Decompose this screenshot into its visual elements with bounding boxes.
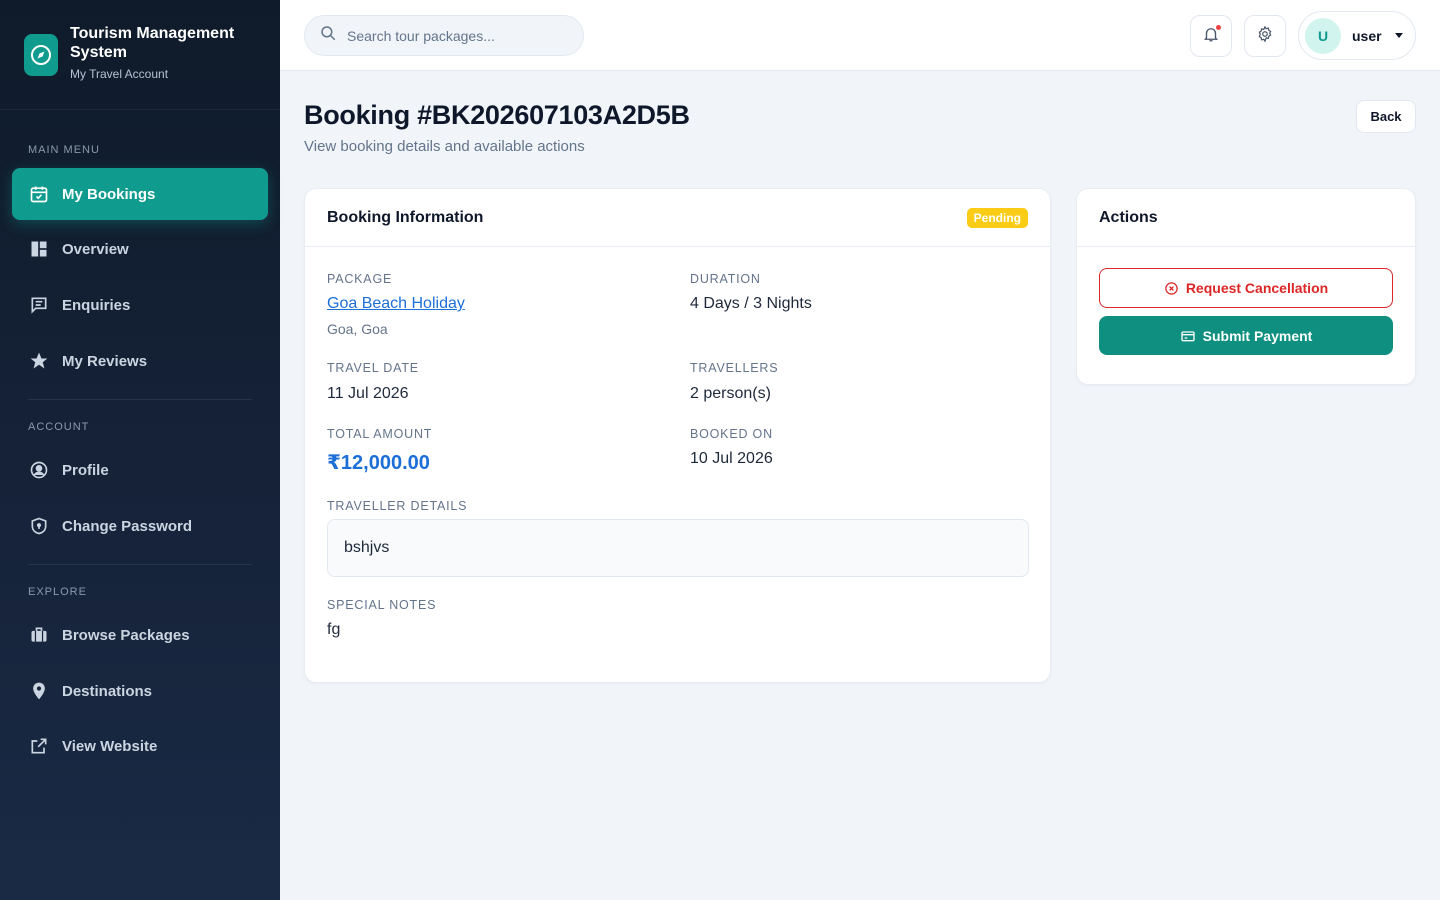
sidebar-item-label: Overview bbox=[62, 240, 129, 258]
notification-dot bbox=[1216, 25, 1221, 30]
section-label-account: ACCOUNT bbox=[28, 421, 90, 433]
request-cancellation-label: Request Cancellation bbox=[1185, 280, 1329, 296]
booked-on-value: 10 Jul 2026 bbox=[690, 450, 773, 467]
duration-value: 4 Days / 3 Nights bbox=[690, 295, 812, 312]
travellers-label: TRAVELLERS bbox=[690, 361, 779, 375]
sidebar-item-label: Destinations bbox=[62, 682, 153, 700]
section-label-explore: EXPLORE bbox=[28, 586, 87, 598]
dashboard-icon bbox=[28, 238, 50, 260]
sidebar-item-my-reviews[interactable]: My Reviews bbox=[12, 335, 268, 387]
sidebar-item-label: View Website bbox=[62, 737, 158, 755]
booking-card-title: Booking Information bbox=[327, 208, 484, 226]
brand-subtitle: My Travel Account bbox=[70, 67, 169, 81]
booking-card-header: Booking Information Pending bbox=[305, 189, 1050, 247]
chat-icon bbox=[28, 294, 50, 316]
actions-card-title: Actions bbox=[1099, 208, 1158, 226]
traveller-details-label: TRAVELLER DETAILS bbox=[327, 499, 468, 513]
calendar-check-icon bbox=[28, 183, 50, 205]
caret-down-icon bbox=[1394, 33, 1403, 38]
submit-payment-label: Submit Payment bbox=[1202, 327, 1313, 344]
traveller-details-box: bshjvs bbox=[327, 519, 1029, 577]
star-icon bbox=[28, 350, 50, 372]
sidebar-item-label: My Reviews bbox=[62, 352, 148, 370]
booked-on-label: BOOKED ON bbox=[690, 427, 773, 441]
suitcase-icon bbox=[28, 624, 50, 646]
sidebar-divider bbox=[28, 564, 252, 565]
settings-button[interactable] bbox=[1244, 15, 1286, 57]
brand: Tourism Management System My Travel Acco… bbox=[0, 0, 280, 110]
avatar: U bbox=[1305, 17, 1341, 54]
travellers-value: 2 person(s) bbox=[690, 385, 771, 402]
actions-card-header: Actions bbox=[1077, 189, 1415, 247]
back-button[interactable]: Back bbox=[1356, 100, 1416, 133]
booking-info-card: Booking Information Pending PACKAGE Goa … bbox=[304, 188, 1051, 683]
gear-icon bbox=[1256, 25, 1274, 48]
brand-title: Tourism Management System bbox=[70, 25, 235, 61]
sidebar-item-browse-packages[interactable]: Browse Packages bbox=[12, 609, 268, 661]
compass-logo-icon bbox=[24, 34, 58, 76]
sidebar-item-change-password[interactable]: Change Password bbox=[12, 500, 268, 552]
package-label: PACKAGE bbox=[327, 272, 393, 286]
user-circle-icon bbox=[28, 459, 50, 481]
user-menu[interactable]: U user bbox=[1298, 11, 1416, 60]
sidebar-item-label: My Bookings bbox=[62, 185, 156, 203]
page-subtitle: View booking details and available actio… bbox=[304, 138, 585, 155]
sidebar-item-profile[interactable]: Profile bbox=[12, 444, 268, 496]
status-badge: Pending bbox=[966, 207, 1028, 228]
sidebar-item-my-bookings[interactable]: My Bookings bbox=[12, 168, 268, 220]
page-title: Booking #BK202607103A2D5B bbox=[304, 100, 690, 130]
sidebar-item-label: Change Password bbox=[62, 517, 193, 535]
section-label-main-menu: MAIN MENU bbox=[28, 144, 100, 156]
search-bar[interactable] bbox=[304, 15, 584, 56]
travel-date-label: TRAVEL DATE bbox=[327, 361, 419, 375]
special-notes-label: SPECIAL NOTES bbox=[327, 598, 437, 612]
total-amount-label: TOTAL AMOUNT bbox=[327, 427, 433, 441]
duration-label: DURATION bbox=[690, 272, 761, 286]
submit-payment-button[interactable]: Submit Payment bbox=[1099, 316, 1393, 355]
user-name: user bbox=[1352, 27, 1382, 44]
credit-card-icon bbox=[1180, 328, 1196, 344]
sidebar-item-destinations[interactable]: Destinations bbox=[12, 665, 268, 717]
cancel-circle-icon bbox=[1164, 281, 1179, 296]
topbar: U user bbox=[280, 0, 1440, 71]
package-location: Goa, Goa bbox=[327, 321, 388, 337]
request-cancellation-button[interactable]: Request Cancellation bbox=[1099, 268, 1393, 308]
shield-lock-icon bbox=[28, 515, 50, 537]
map-pin-icon bbox=[28, 680, 50, 702]
notifications-button[interactable] bbox=[1190, 15, 1232, 57]
external-link-icon bbox=[28, 735, 50, 757]
special-notes-value: fg bbox=[327, 621, 341, 638]
sidebar-item-enquiries[interactable]: Enquiries bbox=[12, 279, 268, 331]
package-link[interactable]: Goa Beach Holiday bbox=[327, 295, 465, 313]
total-amount-value: ₹12,000.00 bbox=[327, 452, 430, 474]
actions-card: Actions Request Cancellation Submit Paym… bbox=[1076, 188, 1416, 385]
sidebar-item-label: Profile bbox=[62, 461, 109, 479]
sidebar-item-overview[interactable]: Overview bbox=[12, 223, 268, 275]
sidebar-divider bbox=[28, 399, 252, 400]
sidebar-item-view-website[interactable]: View Website bbox=[12, 720, 268, 772]
sidebar-item-label: Browse Packages bbox=[62, 626, 190, 644]
search-icon bbox=[319, 24, 337, 47]
search-input[interactable] bbox=[347, 27, 567, 44]
travel-date-value: 11 Jul 2026 bbox=[327, 385, 409, 402]
sidebar-item-label: Enquiries bbox=[62, 296, 131, 314]
sidebar: Tourism Management System My Travel Acco… bbox=[0, 0, 280, 900]
